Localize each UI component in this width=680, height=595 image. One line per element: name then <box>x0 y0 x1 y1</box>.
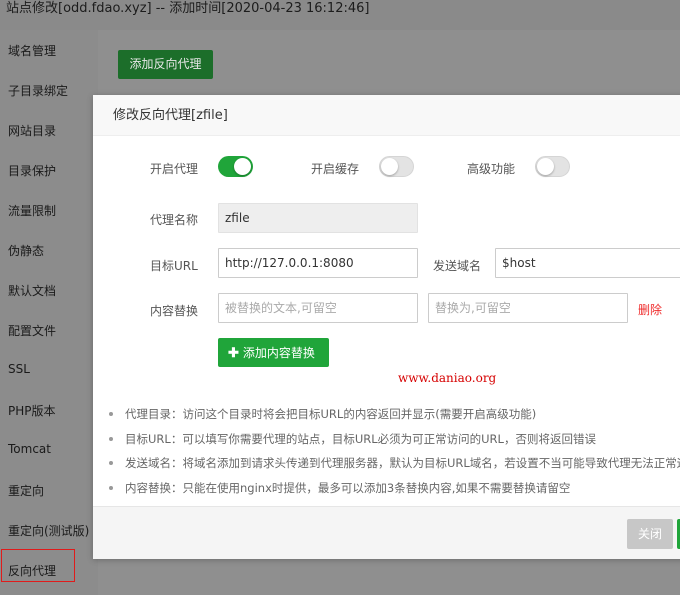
add-content-replace-label: 添加内容替换 <box>242 346 315 360</box>
list-item: 发送域名：将域名添加到请求头传递到代理服务器，默认为目标URL域名，若设置不当可… <box>107 455 680 480</box>
list-item: 目标URL：可以填写你需要代理的站点，目标URL必须为可正常访问的URL，否则将… <box>107 431 680 456</box>
advanced-label: 高级功能 <box>467 162 516 176</box>
replace-to-field[interactable] <box>428 293 628 323</box>
edit-reverse-proxy-dialog: 修改反向代理[zfile] 开启代理 开启缓存 高级功能 代理名称 目标URL … <box>93 95 680 559</box>
sidebar-item-redirect-beta[interactable]: 重定向(测试版) <box>8 522 89 539</box>
sidebar-item-site-dir[interactable]: 网站目录 <box>8 122 56 139</box>
sidebar-item-dir-protection[interactable]: 目录保护 <box>8 162 56 179</box>
send-domain-field[interactable] <box>495 248 680 278</box>
dialog-footer: 关闭 <box>93 506 680 559</box>
enable-proxy-label: 开启代理 <box>150 162 199 176</box>
active-item-highlight <box>1 549 75 582</box>
sidebar-item-redirect[interactable]: 重定向 <box>8 482 44 499</box>
watermark-text: www.daniao.org <box>398 371 497 385</box>
enable-cache-toggle[interactable] <box>379 156 414 177</box>
sidebar-item-php-version[interactable]: PHP版本 <box>8 402 56 419</box>
content-replace-label: 内容替换 <box>150 304 199 318</box>
toggle-knob <box>381 158 398 175</box>
sidebar-item-ssl[interactable]: SSL <box>8 362 30 376</box>
sidebar-item-domains[interactable]: 域名管理 <box>8 42 56 59</box>
add-content-replace-button[interactable]: ✚ 添加内容替换 <box>218 338 329 367</box>
sidebar-item-subdir-binding[interactable]: 子目录绑定 <box>8 82 68 99</box>
plus-icon: ✚ <box>228 345 239 360</box>
list-item: 内容替换：只能在使用nginx时提供，最多可以添加3条替换内容,如果不需要替换请… <box>107 480 680 505</box>
advanced-toggle[interactable] <box>535 156 570 177</box>
bullet-icon <box>109 485 113 490</box>
delete-replace-link[interactable]: 删除 <box>638 301 662 318</box>
enable-proxy-toggle[interactable] <box>218 156 253 177</box>
tip-text: 发送域名：将域名添加到请求头传递到代理服务器，默认为目标URL域名，若设置不当可… <box>125 456 680 470</box>
enable-cache-label: 开启缓存 <box>311 162 360 176</box>
add-reverse-proxy-button[interactable]: 添加反向代理 <box>118 50 213 79</box>
proxy-name-field[interactable] <box>218 203 418 233</box>
window-title: 站点修改[odd.fdao.xyz] -- 添加时间[2020-04-23 16… <box>0 0 680 30</box>
list-item: 代理目录：访问这个目录时将会把目标URL的内容返回并显示(需要开启高级功能) <box>107 406 680 431</box>
send-domain-label: 发送域名 <box>433 259 482 273</box>
tip-text: 代理目录：访问这个目录时将会把目标URL的内容返回并显示(需要开启高级功能) <box>125 407 537 421</box>
sidebar-item-tomcat[interactable]: Tomcat <box>8 442 51 456</box>
replace-from-field[interactable] <box>218 293 418 323</box>
proxy-name-label: 代理名称 <box>150 213 199 227</box>
sidebar-item-config-file[interactable]: 配置文件 <box>8 322 56 339</box>
target-url-label: 目标URL <box>150 259 198 273</box>
help-tips: 代理目录：访问这个目录时将会把目标URL的内容返回并显示(需要开启高级功能) 目… <box>107 406 680 504</box>
sidebar: 域名管理 子目录绑定 网站目录 目录保护 流量限制 伪静态 默认文档 配置文件 … <box>0 30 98 595</box>
bullet-icon <box>109 436 113 441</box>
tip-text: 内容替换：只能在使用nginx时提供，最多可以添加3条替换内容,如果不需要替换请… <box>125 480 571 495</box>
toggle-knob <box>537 158 554 175</box>
toggle-knob <box>234 158 251 175</box>
sidebar-item-rewrite[interactable]: 伪静态 <box>8 242 44 259</box>
close-button[interactable]: 关闭 <box>627 519 673 549</box>
bullet-icon <box>109 412 113 416</box>
bullet-icon <box>109 461 113 465</box>
target-url-field[interactable] <box>218 248 418 278</box>
dialog-title: 修改反向代理[zfile] <box>93 95 680 136</box>
tip-text: 目标URL：可以填写你需要代理的站点，目标URL必须为可正常访问的URL，否则将… <box>125 431 596 446</box>
sidebar-item-default-doc[interactable]: 默认文档 <box>8 282 56 299</box>
sidebar-item-traffic-limit[interactable]: 流量限制 <box>8 202 56 219</box>
